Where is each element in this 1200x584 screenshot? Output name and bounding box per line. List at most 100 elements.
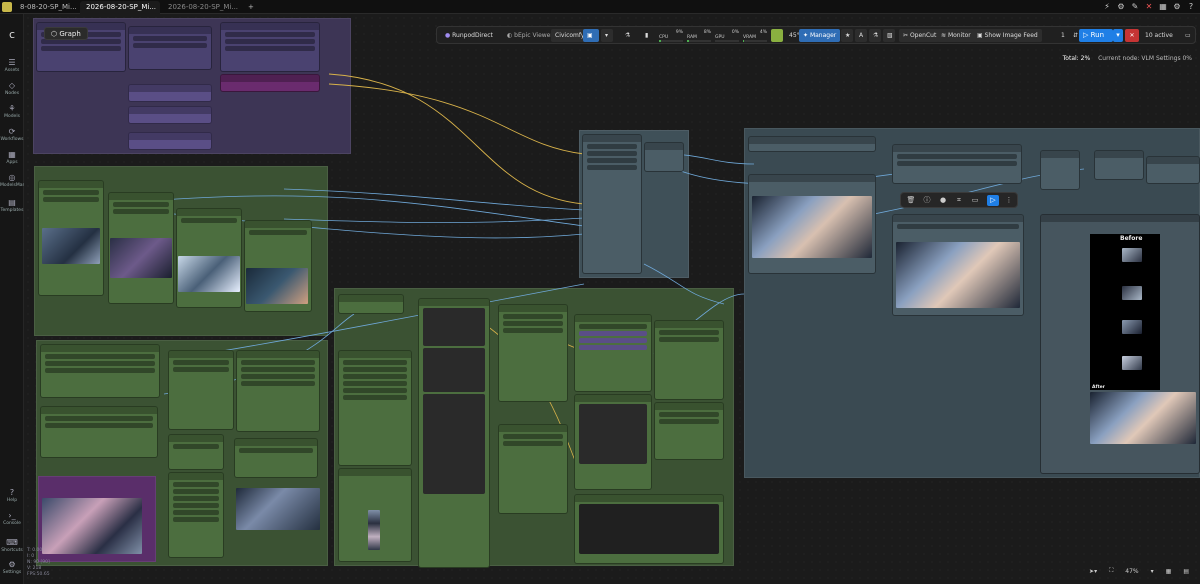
tab-workflow-2[interactable]: 2026-08-20-SP_Mi... ●	[80, 1, 160, 14]
help-icon[interactable]: ?	[1186, 1, 1196, 12]
pin-icon[interactable]: ▭	[969, 195, 981, 206]
node-video-combine[interactable]	[234, 438, 318, 478]
node-text-concat[interactable]	[128, 26, 212, 70]
bookmark-icon[interactable]: ▮	[641, 29, 652, 42]
node-settings-list[interactable]	[220, 22, 320, 72]
sidebar-item-shortcuts[interactable]: ⌨ Shortcuts	[0, 538, 24, 553]
bypass-icon[interactable]: ⌗	[953, 195, 965, 206]
video-preview	[236, 488, 320, 530]
star-icon[interactable]: ★	[841, 29, 853, 42]
fit-view-icon[interactable]: ⛶	[1106, 566, 1116, 576]
active-queue-count[interactable]: 10 active	[1141, 29, 1177, 42]
tab-workflow-3[interactable]: 2026-08-20-SP_Mi...	[162, 1, 240, 14]
runpod-direct-button[interactable]: ● RunpodDirect	[441, 29, 497, 42]
color-icon[interactable]: ●	[937, 195, 949, 206]
image-icon[interactable]: ▧	[883, 29, 895, 42]
trash-icon[interactable]: 🗑	[905, 195, 917, 206]
node-fps-control[interactable]	[1040, 150, 1080, 190]
queue-view-button[interactable]: ▣	[583, 29, 599, 42]
zoom-level[interactable]: 47%	[1122, 567, 1141, 576]
node-prompt-builder[interactable]	[498, 304, 568, 402]
settings-icon[interactable]: ⚙	[1116, 1, 1126, 12]
comfy-logo-icon[interactable]	[2, 2, 12, 12]
node-vlm-loader[interactable]	[338, 294, 404, 314]
node-switch-out[interactable]	[644, 142, 684, 172]
translate-icon[interactable]: A	[855, 29, 867, 42]
sidebar-item-models[interactable]: ⚘ Models	[0, 104, 24, 119]
plugin-icon[interactable]: ⚡	[1102, 1, 1112, 12]
node-graph-canvas[interactable]: ⬡ Graph Before After	[24, 14, 1200, 584]
cpu-meter: 9% CPU	[659, 30, 685, 42]
node-magenta-output[interactable]	[220, 74, 320, 92]
image-feed-button[interactable]: ▣ Show Image Feed	[973, 29, 1042, 42]
node-compare-settings[interactable]	[1146, 156, 1200, 184]
close-icon[interactable]: ✕	[1144, 1, 1154, 12]
sidebar-item-modelsmanager[interactable]: ◎ ModelsMan	[0, 173, 25, 188]
node-text-output[interactable]	[418, 298, 490, 568]
sidebar-item-apps[interactable]: ▦ Apps	[0, 150, 24, 165]
node-image-switch[interactable]	[582, 134, 642, 274]
queue-dropdown-button[interactable]: ▾	[601, 29, 613, 42]
pointer-icon[interactable]: ➤▾	[1086, 567, 1100, 576]
node-string-b[interactable]	[128, 106, 212, 124]
node-vlm-settings[interactable]	[338, 350, 412, 466]
node-string-a[interactable]	[128, 84, 212, 102]
node-rife-interpolation[interactable]	[892, 144, 1022, 184]
sidebar-item-assets[interactable]: ☰ Assets	[0, 58, 24, 73]
edit-icon[interactable]: ✎	[1130, 1, 1140, 12]
sidebar-label: Workflows	[0, 137, 24, 142]
sidebar-label: Apps	[6, 160, 18, 165]
video-frame-2	[896, 242, 1020, 308]
sidebar-item-workflows[interactable]: ⟳ Workflows	[0, 127, 24, 142]
node-video-input[interactable]	[40, 344, 160, 398]
node-upscale[interactable]	[748, 136, 876, 152]
execute-icon[interactable]: ▷	[987, 195, 999, 206]
node-seed-control[interactable]	[168, 350, 234, 430]
clean-icon[interactable]: ⚗	[869, 29, 881, 42]
node-text-combine[interactable]	[498, 424, 568, 514]
sidebar-item-help[interactable]: ? Help	[0, 488, 24, 503]
sidebar-item-templates[interactable]: ▤ Templates	[0, 198, 24, 213]
chevron-down-icon: ▾	[1116, 31, 1120, 39]
manager-button[interactable]: ✦ Manager	[799, 29, 841, 42]
node-notes[interactable]	[574, 494, 724, 564]
total-label: Total:	[1062, 55, 1079, 62]
node-size-selector[interactable]	[168, 434, 224, 470]
node-scheduler[interactable]	[654, 402, 724, 460]
apps-icon: ▦	[8, 150, 16, 159]
progress-status: Total: 2% Current node: VLM Settings 0%	[1063, 55, 1192, 62]
link-visibility-icon[interactable]: ▤	[1180, 567, 1192, 576]
stop-button[interactable]: ✕	[1125, 29, 1139, 42]
queue-panel-icon[interactable]: ▭	[1181, 29, 1195, 42]
before-frame	[1122, 320, 1142, 334]
sidebar-item-console[interactable]: ›_ Console	[0, 511, 24, 526]
run-dropdown-button[interactable]: ▾	[1113, 29, 1123, 42]
bepic-viewer-button[interactable]: ◐ bEpic Viewer	[503, 29, 557, 42]
preview-grid-image	[42, 498, 142, 554]
layout-icon[interactable]: ▦	[1158, 1, 1168, 12]
node-frame-settings[interactable]	[40, 406, 158, 458]
gear-icon[interactable]: ⚙	[1172, 1, 1182, 12]
more-icon[interactable]: ⋮	[1003, 195, 1015, 206]
sidebar-item-nodes[interactable]: ◇ Nodes	[0, 81, 24, 96]
node-lora-stack[interactable]	[574, 314, 652, 392]
opencut-button[interactable]: ✂ OpenCut	[899, 29, 941, 42]
node-compare-in[interactable]	[1094, 150, 1144, 180]
sidebar-item-settings[interactable]: ⚙ Settings	[0, 560, 24, 575]
node-resolution-table[interactable]	[168, 472, 224, 558]
chevron-down-icon[interactable]: ▾	[1148, 567, 1157, 576]
run-button[interactable]: ▷ Run	[1079, 29, 1113, 42]
new-tab-button[interactable]: +	[242, 1, 256, 14]
node-sampler[interactable]	[236, 350, 320, 432]
graph-view-button[interactable]: ⬡ Graph	[44, 27, 88, 40]
tab-workflow-1[interactable]: 8-08-20-SP_Mi...	[14, 1, 76, 14]
queue-count-input[interactable]: 1	[1057, 29, 1069, 42]
comfy-c-logo-icon[interactable]: c	[0, 29, 24, 40]
node-sampler-advanced[interactable]	[654, 320, 724, 400]
minimap-icon[interactable]: ▦	[1163, 567, 1175, 576]
monitor-button[interactable]: ≋ Monitor	[937, 29, 975, 42]
broom-icon[interactable]: ⚗	[621, 29, 634, 42]
node-string-c[interactable]	[128, 132, 212, 150]
node-caption-text[interactable]	[574, 394, 652, 490]
info-icon[interactable]: ⓘ	[921, 195, 933, 206]
